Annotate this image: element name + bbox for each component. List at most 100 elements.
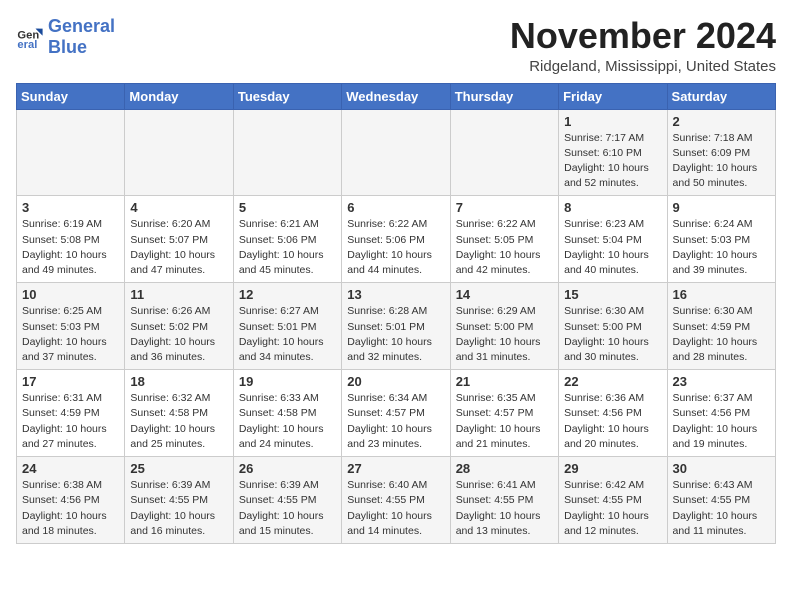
day-info: Sunrise: 6:31 AM Sunset: 4:59 PM Dayligh…	[22, 391, 119, 452]
day-info: Sunrise: 7:17 AM Sunset: 6:10 PM Dayligh…	[564, 131, 661, 192]
day-info: Sunrise: 7:18 AM Sunset: 6:09 PM Dayligh…	[673, 131, 770, 192]
day-number: 26	[239, 461, 336, 476]
calendar-cell	[17, 109, 125, 196]
day-number: 8	[564, 200, 661, 215]
day-of-week-header: Tuesday	[233, 83, 341, 109]
day-info: Sunrise: 6:37 AM Sunset: 4:56 PM Dayligh…	[673, 391, 770, 452]
day-of-week-header: Wednesday	[342, 83, 450, 109]
day-info: Sunrise: 6:32 AM Sunset: 4:58 PM Dayligh…	[130, 391, 227, 452]
calendar-cell: 19 Sunrise: 6:33 AM Sunset: 4:58 PM Dayli…	[233, 370, 341, 457]
calendar-cell	[233, 109, 341, 196]
page-header: Gen eral General Blue November 2024 Ridg…	[16, 16, 776, 75]
calendar-cell: 29Sunrise: 6:42 AM Sunset: 4:55 PM Dayli…	[559, 457, 667, 544]
calendar-cell: 14 Sunrise: 6:29 AM Sunset: 5:00 PM Dayli…	[450, 283, 558, 370]
calendar-cell: 1Sunrise: 7:17 AM Sunset: 6:10 PM Daylig…	[559, 109, 667, 196]
day-info: Sunrise: 6:27 AM Sunset: 5:01 PM Dayligh…	[239, 304, 336, 365]
day-of-week-header: Monday	[125, 83, 233, 109]
day-of-week-header: Thursday	[450, 83, 558, 109]
day-info: Sunrise: 6:36 AM Sunset: 4:56 PM Dayligh…	[564, 391, 661, 452]
day-number: 2	[673, 114, 770, 129]
calendar-cell: 9 Sunrise: 6:24 AM Sunset: 5:03 PM Daylig…	[667, 196, 775, 283]
calendar-cell: 5 Sunrise: 6:21 AM Sunset: 5:06 PM Daylig…	[233, 196, 341, 283]
day-info: Sunrise: 6:35 AM Sunset: 4:57 PM Dayligh…	[456, 391, 553, 452]
day-number: 24	[22, 461, 119, 476]
day-number: 7	[456, 200, 553, 215]
logo-general: General	[48, 16, 115, 36]
day-info: Sunrise: 6:19 AM Sunset: 5:08 PM Dayligh…	[22, 217, 119, 278]
calendar-table: SundayMondayTuesdayWednesdayThursdayFrid…	[16, 83, 776, 544]
calendar-week-row: 1Sunrise: 7:17 AM Sunset: 6:10 PM Daylig…	[17, 109, 776, 196]
day-info: Sunrise: 6:29 AM Sunset: 5:00 PM Dayligh…	[456, 304, 553, 365]
day-number: 15	[564, 287, 661, 302]
day-info: Sunrise: 6:41 AM Sunset: 4:55 PM Dayligh…	[456, 478, 553, 539]
calendar-cell: 10 Sunrise: 6:25 AM Sunset: 5:03 PM Dayli…	[17, 283, 125, 370]
day-info: Sunrise: 6:38 AM Sunset: 4:56 PM Dayligh…	[22, 478, 119, 539]
calendar-cell: 13 Sunrise: 6:28 AM Sunset: 5:01 PM Dayli…	[342, 283, 450, 370]
day-number: 10	[22, 287, 119, 302]
day-of-week-header: Friday	[559, 83, 667, 109]
day-info: Sunrise: 6:42 AM Sunset: 4:55 PM Dayligh…	[564, 478, 661, 539]
day-info: Sunrise: 6:30 AM Sunset: 5:00 PM Dayligh…	[564, 304, 661, 365]
title-area: November 2024 Ridgeland, Mississippi, Un…	[510, 16, 776, 75]
day-number: 16	[673, 287, 770, 302]
day-number: 21	[456, 374, 553, 389]
day-number: 13	[347, 287, 444, 302]
calendar-cell: 25Sunrise: 6:39 AM Sunset: 4:55 PM Dayli…	[125, 457, 233, 544]
calendar-week-row: 10 Sunrise: 6:25 AM Sunset: 5:03 PM Dayli…	[17, 283, 776, 370]
logo-text: General Blue	[48, 16, 115, 58]
days-of-week-row: SundayMondayTuesdayWednesdayThursdayFrid…	[17, 83, 776, 109]
day-info: Sunrise: 6:33 AM Sunset: 4:58 PM Dayligh…	[239, 391, 336, 452]
calendar-cell: 8 Sunrise: 6:23 AM Sunset: 5:04 PM Daylig…	[559, 196, 667, 283]
day-of-week-header: Saturday	[667, 83, 775, 109]
day-info: Sunrise: 6:20 AM Sunset: 5:07 PM Dayligh…	[130, 217, 227, 278]
day-number: 4	[130, 200, 227, 215]
calendar-cell	[125, 109, 233, 196]
day-number: 6	[347, 200, 444, 215]
day-number: 25	[130, 461, 227, 476]
day-of-week-header: Sunday	[17, 83, 125, 109]
day-info: Sunrise: 6:30 AM Sunset: 4:59 PM Dayligh…	[673, 304, 770, 365]
calendar-cell: 24 Sunrise: 6:38 AM Sunset: 4:56 PM Dayli…	[17, 457, 125, 544]
day-info: Sunrise: 6:43 AM Sunset: 4:55 PM Dayligh…	[673, 478, 770, 539]
day-info: Sunrise: 6:34 AM Sunset: 4:57 PM Dayligh…	[347, 391, 444, 452]
day-number: 5	[239, 200, 336, 215]
day-number: 3	[22, 200, 119, 215]
calendar-cell: 22 Sunrise: 6:36 AM Sunset: 4:56 PM Dayli…	[559, 370, 667, 457]
location: Ridgeland, Mississippi, United States	[510, 58, 776, 75]
calendar-cell: 6 Sunrise: 6:22 AM Sunset: 5:06 PM Daylig…	[342, 196, 450, 283]
day-info: Sunrise: 6:21 AM Sunset: 5:06 PM Dayligh…	[239, 217, 336, 278]
day-number: 19	[239, 374, 336, 389]
day-number: 18	[130, 374, 227, 389]
calendar-cell: 30Sunrise: 6:43 AM Sunset: 4:55 PM Dayli…	[667, 457, 775, 544]
calendar-cell	[450, 109, 558, 196]
day-number: 9	[673, 200, 770, 215]
day-info: Sunrise: 6:25 AM Sunset: 5:03 PM Dayligh…	[22, 304, 119, 365]
logo-icon: Gen eral	[16, 23, 44, 51]
day-number: 20	[347, 374, 444, 389]
calendar-cell: 20 Sunrise: 6:34 AM Sunset: 4:57 PM Dayli…	[342, 370, 450, 457]
day-number: 12	[239, 287, 336, 302]
calendar-header: SundayMondayTuesdayWednesdayThursdayFrid…	[17, 83, 776, 109]
day-info: Sunrise: 6:22 AM Sunset: 5:05 PM Dayligh…	[456, 217, 553, 278]
calendar-cell: 2 Sunrise: 7:18 AM Sunset: 6:09 PM Daylig…	[667, 109, 775, 196]
day-info: Sunrise: 6:24 AM Sunset: 5:03 PM Dayligh…	[673, 217, 770, 278]
day-info: Sunrise: 6:22 AM Sunset: 5:06 PM Dayligh…	[347, 217, 444, 278]
day-number: 11	[130, 287, 227, 302]
calendar-cell: 26 Sunrise: 6:39 AM Sunset: 4:55 PM Dayli…	[233, 457, 341, 544]
day-number: 22	[564, 374, 661, 389]
calendar-cell: 11Sunrise: 6:26 AM Sunset: 5:02 PM Dayli…	[125, 283, 233, 370]
logo-blue: Blue	[48, 37, 87, 57]
day-number: 17	[22, 374, 119, 389]
calendar-week-row: 3 Sunrise: 6:19 AM Sunset: 5:08 PM Daylig…	[17, 196, 776, 283]
calendar-cell: 17 Sunrise: 6:31 AM Sunset: 4:59 PM Dayli…	[17, 370, 125, 457]
day-info: Sunrise: 6:39 AM Sunset: 4:55 PM Dayligh…	[239, 478, 336, 539]
day-info: Sunrise: 6:28 AM Sunset: 5:01 PM Dayligh…	[347, 304, 444, 365]
calendar-week-row: 24 Sunrise: 6:38 AM Sunset: 4:56 PM Dayli…	[17, 457, 776, 544]
calendar-cell: 27 Sunrise: 6:40 AM Sunset: 4:55 PM Dayli…	[342, 457, 450, 544]
day-number: 14	[456, 287, 553, 302]
day-info: Sunrise: 6:23 AM Sunset: 5:04 PM Dayligh…	[564, 217, 661, 278]
day-info: Sunrise: 6:40 AM Sunset: 4:55 PM Dayligh…	[347, 478, 444, 539]
calendar-cell: 7 Sunrise: 6:22 AM Sunset: 5:05 PM Daylig…	[450, 196, 558, 283]
day-number: 28	[456, 461, 553, 476]
day-number: 27	[347, 461, 444, 476]
